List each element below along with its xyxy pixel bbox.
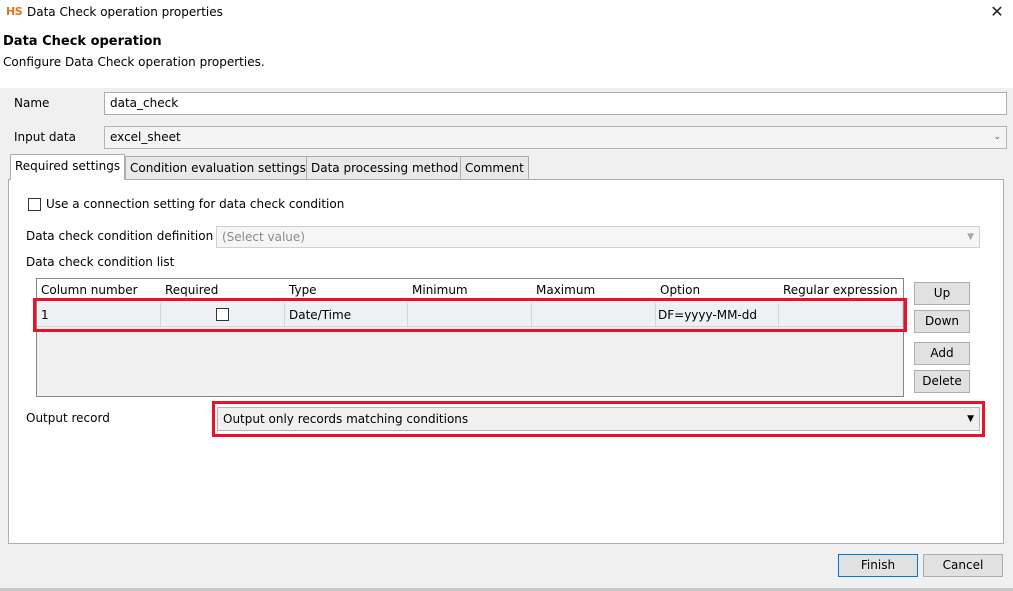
- col-header-type[interactable]: Type: [289, 283, 317, 297]
- cell-type[interactable]: Date/Time: [285, 303, 408, 327]
- name-input[interactable]: data_check: [104, 92, 1007, 115]
- tab-data-processing-method[interactable]: Data processing method: [306, 156, 464, 179]
- definition-select[interactable]: (Select value) ▼: [216, 226, 980, 248]
- input-data-value: excel_sheet: [110, 130, 181, 144]
- col-header-regular-expression[interactable]: Regular expression: [783, 283, 898, 297]
- cell-required[interactable]: [161, 303, 285, 327]
- down-button[interactable]: Down: [914, 310, 970, 333]
- caret-down-icon: ▼: [967, 232, 974, 242]
- table-row[interactable]: 1 Date/Time DF=yyyy-MM-dd: [37, 303, 903, 327]
- output-record-label: Output record: [26, 411, 110, 425]
- use-connection-label: Use a connection setting for data check …: [46, 197, 345, 211]
- window-title: Data Check operation properties: [27, 5, 223, 19]
- tab-required-settings[interactable]: Required settings: [10, 154, 126, 180]
- up-button[interactable]: Up: [914, 282, 970, 305]
- chevron-down-icon: ⌄: [993, 132, 1001, 142]
- cancel-button[interactable]: Cancel: [923, 554, 1003, 577]
- delete-button[interactable]: Delete: [914, 370, 970, 393]
- tab-comment[interactable]: Comment: [460, 156, 529, 179]
- definition-placeholder: (Select value): [222, 230, 305, 244]
- col-header-maximum[interactable]: Maximum: [536, 283, 595, 297]
- condition-list-label: Data check condition list: [26, 255, 175, 269]
- input-data-select[interactable]: excel_sheet ⌄: [104, 126, 1007, 149]
- cell-column-number[interactable]: 1: [37, 303, 161, 327]
- use-connection-checkbox[interactable]: [28, 198, 41, 211]
- col-header-minimum[interactable]: Minimum: [412, 283, 468, 297]
- dialog-header: Data Check operation Configure Data Chec…: [0, 26, 1013, 88]
- add-button[interactable]: Add: [914, 342, 970, 365]
- col-header-column-number[interactable]: Column number: [41, 283, 138, 297]
- name-label: Name: [14, 96, 50, 110]
- caret-down-icon: ▼: [967, 414, 974, 424]
- definition-label: Data check condition definition: [26, 229, 214, 243]
- cell-minimum[interactable]: [408, 303, 532, 327]
- output-record-select[interactable]: Output only records matching conditions …: [217, 407, 980, 431]
- cell-maximum[interactable]: [532, 303, 656, 327]
- title-bar: HS Data Check operation properties ✕: [0, 0, 1013, 26]
- header-description: Configure Data Check operation propertie…: [3, 55, 265, 69]
- table-header: Column number Required Type Minimum Maxi…: [37, 279, 903, 301]
- col-header-option[interactable]: Option: [660, 283, 700, 297]
- app-logo-icon: HS: [6, 5, 23, 18]
- header-title: Data Check operation: [3, 34, 162, 49]
- output-record-value: Output only records matching conditions: [223, 412, 469, 426]
- close-icon[interactable]: ✕: [986, 2, 1008, 22]
- input-data-label: Input data: [14, 130, 76, 144]
- finish-button[interactable]: Finish: [838, 554, 918, 577]
- cell-regular-expression[interactable]: [779, 303, 903, 327]
- col-header-required[interactable]: Required: [165, 283, 218, 297]
- condition-table[interactable]: Column number Required Type Minimum Maxi…: [36, 278, 904, 397]
- tab-condition-evaluation-settings[interactable]: Condition evaluation settings: [125, 156, 311, 179]
- required-checkbox[interactable]: [216, 308, 229, 321]
- cell-option[interactable]: DF=yyyy-MM-dd: [656, 303, 779, 327]
